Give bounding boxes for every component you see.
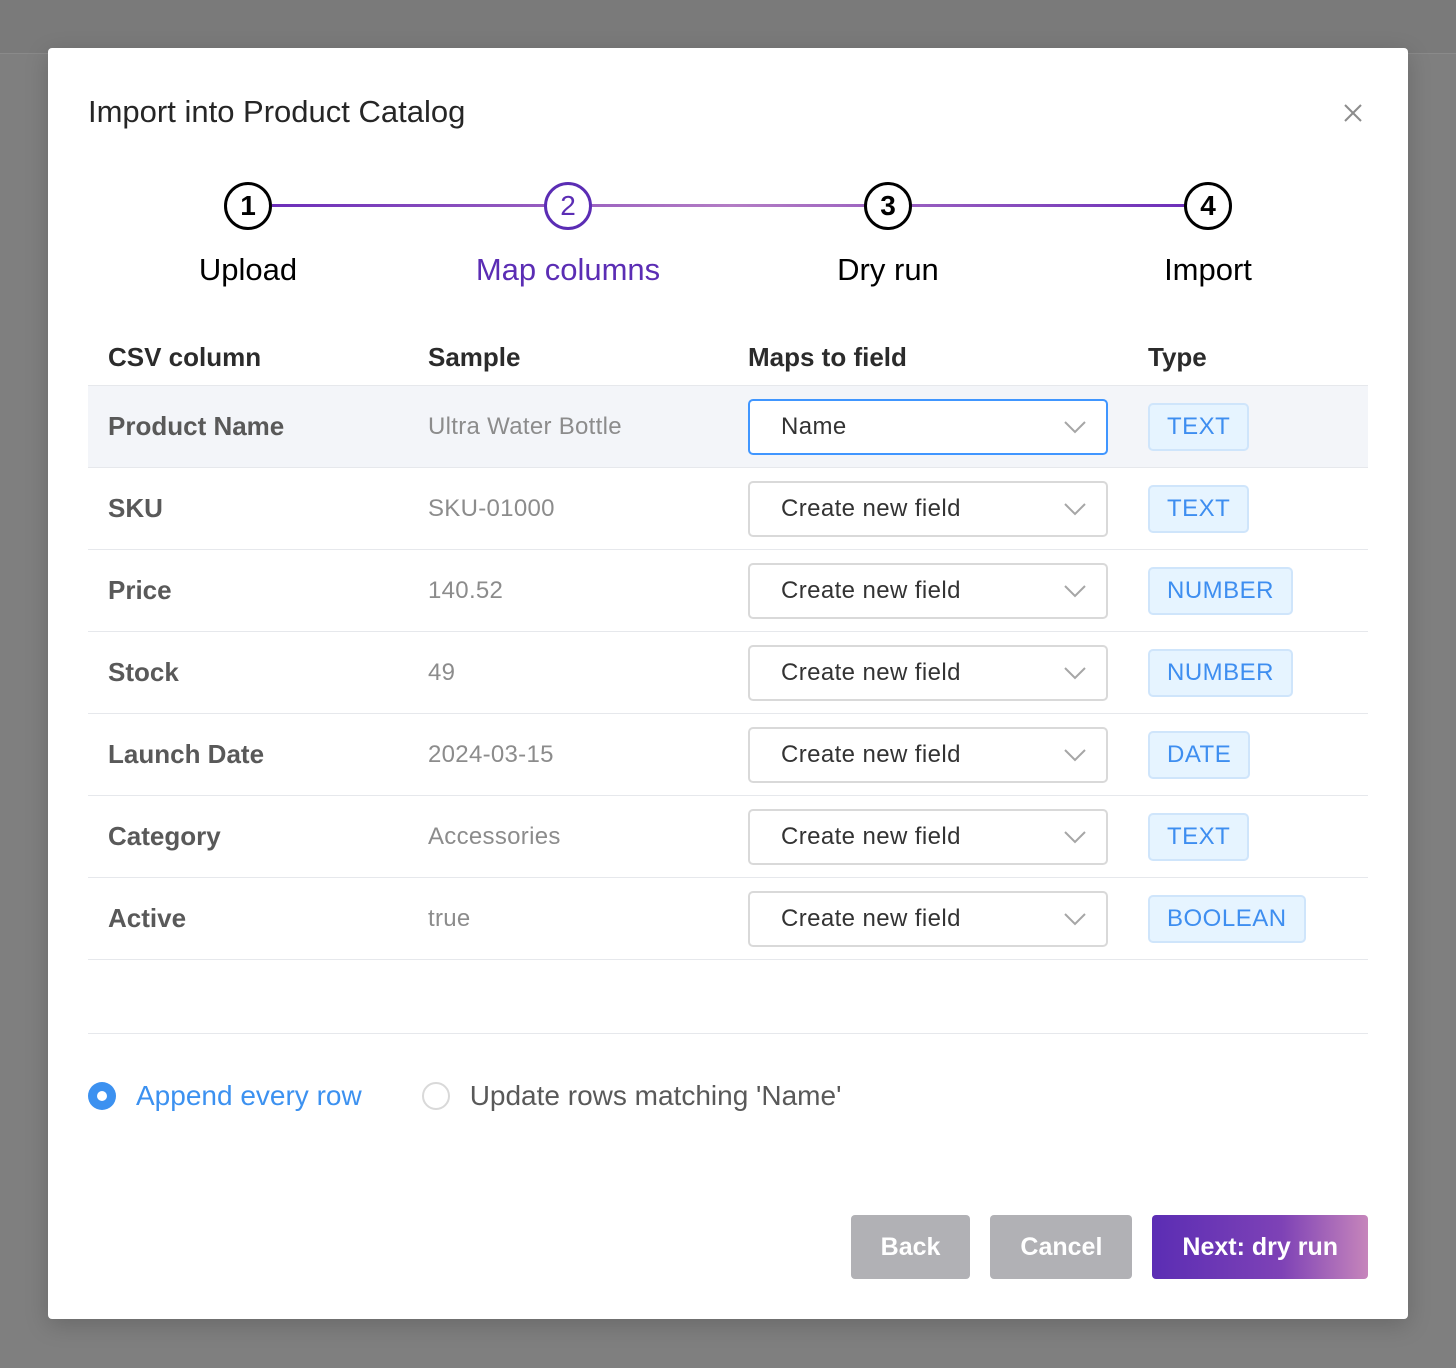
radio-indicator (421, 1082, 450, 1110)
chevron-down-icon (1064, 748, 1086, 761)
back-button[interactable]: Back (850, 1215, 971, 1279)
step-map-columns[interactable]: 2 Map columns (438, 178, 698, 288)
field-select-value: Create new field (781, 740, 961, 768)
radio-update-matching[interactable]: Update rows matching 'Name' (421, 1080, 842, 1112)
import-stepper: 1 Upload 2 Map columns 3 Dry run 4 Impor… (48, 178, 1408, 298)
field-select[interactable]: Create new field (748, 726, 1108, 783)
close-icon (1344, 104, 1362, 122)
table-row: Product Name Ultra Water Bottle Name TEXT (88, 386, 1368, 468)
field-select-value: Create new field (781, 576, 961, 604)
chevron-down-icon (1064, 830, 1086, 843)
field-select[interactable]: Create new field (748, 644, 1108, 701)
table-row: Active true Create new field BOOLEAN (88, 878, 1368, 960)
header-maps-to-field: Maps to field (748, 342, 907, 372)
step-number: 2 (544, 182, 592, 230)
field-select-value: Create new field (781, 822, 961, 850)
table-row: SKU SKU-01000 Create new field TEXT (88, 468, 1368, 550)
backdrop-bar (0, 0, 1456, 54)
column-mapping-table: CSV column Sample Maps to field Type Pro… (88, 330, 1368, 960)
field-select-value: Create new field (781, 904, 961, 932)
type-badge: BOOLEAN (1148, 894, 1306, 943)
csv-column-name: SKU (108, 493, 163, 523)
csv-column-name: Active (108, 903, 187, 933)
csv-column-name: Launch Date (108, 739, 265, 769)
sample-value: 2024-03-15 (428, 740, 554, 768)
step-label: Dry run (837, 252, 939, 287)
header-csv-column: CSV column (108, 342, 262, 372)
sample-value: 49 (428, 658, 456, 686)
csv-column-name: Price (108, 575, 172, 605)
chevron-down-icon (1064, 584, 1086, 597)
field-select-value: Create new field (781, 658, 961, 686)
type-badge: DATE (1148, 730, 1251, 779)
header-type: Type (1148, 342, 1207, 372)
type-badge: TEXT (1148, 402, 1250, 451)
type-badge: TEXT (1148, 812, 1250, 861)
import-mode-group: Append every row Update rows matching 'N… (88, 1078, 901, 1114)
import-modal: Import into Product Catalog 1 Upload 2 M… (48, 48, 1408, 1319)
step-number: 3 (864, 182, 912, 230)
field-select[interactable]: Create new field (748, 562, 1108, 619)
close-button[interactable] (1338, 98, 1368, 128)
step-number: 4 (1184, 182, 1232, 230)
step-connector (272, 204, 1192, 207)
sample-value: SKU-01000 (428, 494, 555, 522)
step-label: Map columns (475, 252, 661, 287)
table-row: Launch Date 2024-03-15 Create new field DAT… (88, 714, 1368, 796)
field-select[interactable]: Create new field (748, 480, 1108, 537)
chevron-down-icon (1064, 666, 1086, 679)
type-badge: NUMBER (1148, 566, 1294, 615)
step-label: Import (1164, 252, 1252, 287)
divider (88, 1033, 1368, 1034)
sample-value: true (428, 904, 471, 932)
cancel-button[interactable]: Cancel (990, 1215, 1133, 1279)
csv-column-name: Stock (108, 657, 179, 687)
table-row: Stock 49 Create new field NUMBER (88, 632, 1368, 714)
modal-footer: Back Cancel Next: dry run (831, 1215, 1368, 1279)
step-number: 1 (224, 182, 272, 230)
sample-value: 140.52 (428, 576, 504, 604)
chevron-down-icon (1064, 420, 1086, 433)
field-select[interactable]: Create new field (748, 808, 1108, 865)
chevron-down-icon (1064, 502, 1086, 515)
sample-value: Ultra Water Bottle (428, 412, 622, 440)
table-row: Category Accessories Create new field TEXT (88, 796, 1368, 878)
radio-label: Append every row (136, 1080, 362, 1111)
radio-label: Update rows matching 'Name' (469, 1080, 842, 1111)
radio-indicator (88, 1082, 116, 1110)
step-dry-run[interactable]: 3 Dry run (758, 178, 1018, 288)
modal-title: Import into Product Catalog (88, 94, 466, 129)
table-header: CSV column Sample Maps to field Type (88, 330, 1368, 386)
step-upload[interactable]: 1 Upload (118, 178, 378, 288)
field-select[interactable]: Name (748, 398, 1108, 455)
table-row: Price 140.52 Create new field NUMBER (88, 550, 1368, 632)
type-badge: NUMBER (1148, 648, 1294, 697)
radio-append-every-row[interactable]: Append every row (88, 1080, 362, 1112)
sample-value: Accessories (428, 822, 561, 850)
field-select-value: Name (781, 412, 847, 440)
step-label: Upload (198, 252, 298, 287)
next-dry-run-button[interactable]: Next: dry run (1152, 1215, 1368, 1279)
field-select[interactable]: Create new field (748, 890, 1108, 947)
csv-column-name: Product Name (108, 411, 285, 441)
chevron-down-icon (1064, 912, 1086, 925)
step-import[interactable]: 4 Import (1078, 178, 1338, 288)
type-badge: TEXT (1148, 484, 1250, 533)
csv-column-name: Category (108, 821, 221, 851)
header-sample: Sample (428, 342, 521, 372)
field-select-value: Create new field (781, 494, 961, 522)
